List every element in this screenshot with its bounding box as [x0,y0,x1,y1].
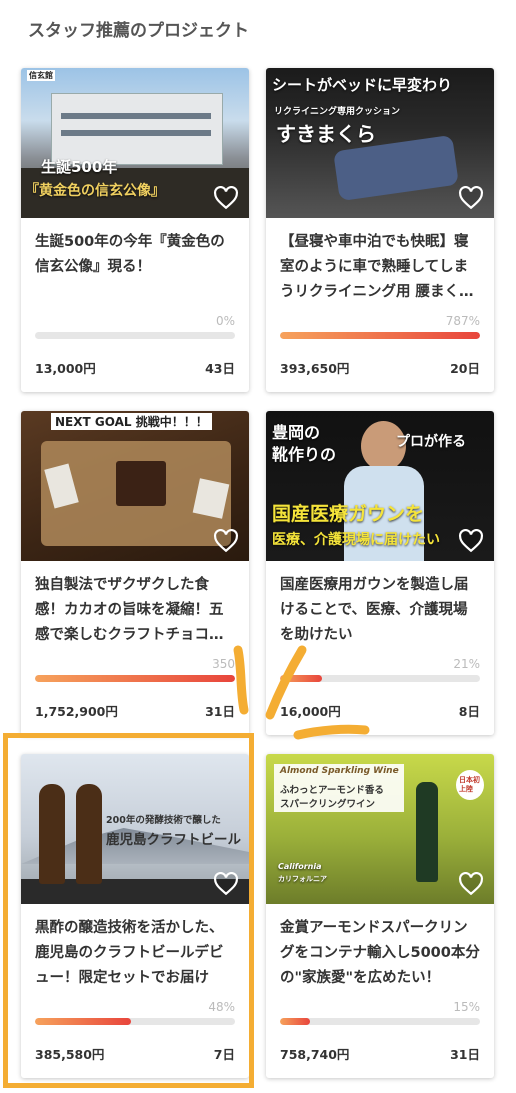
favorite-heart-icon[interactable] [213,529,239,553]
progress-bar-fill [35,675,235,682]
project-image[interactable]: Almond Sparkling Wine ふわっとアーモンド香る スパークリン… [266,754,494,904]
progress-bar-fill [35,1018,131,1025]
funded-amount: 393,650円 [280,361,350,376]
funded-amount: 16,000円 [280,704,341,719]
project-title[interactable]: 【昼寝や車中泊でも快眠】寝室のように車で熟睡してしまうリクライニング用 腰まく… [280,230,480,305]
days-remaining: 31日 [205,704,235,719]
project-image[interactable]: NEXT GOAL 挑戦中！！！ [21,411,249,561]
project-title[interactable]: 国産医療用ガウンを製造し届けることで、医療、介護現場を助けたい [280,573,480,648]
image-caption: California [278,862,322,871]
image-caption: ふわっとアーモンド香る [280,785,384,796]
progress-percent: 787% [445,314,480,328]
funded-amount: 758,740円 [280,1047,350,1062]
progress-bar [280,332,480,339]
days-remaining: 8日 [458,704,480,719]
image-caption: リクライニング専用クッション [274,107,401,117]
progress-bar-fill [280,1018,310,1025]
project-title[interactable]: 黒酢の醸造技術を活かした、鹿児島のクラフトビールデビュー！限定セットでお届け [35,916,235,991]
progress-bar [280,675,480,682]
project-image[interactable]: 豊岡の 靴作りの プロが作る 国産医療ガウンを 医療、介護現場に届けたい [266,411,494,561]
progress-bar [35,1018,235,1025]
image-caption: カリフォルニア [278,875,327,883]
progress-bar [35,675,235,682]
project-title[interactable]: 生誕500年の今年『黄金色の信玄公像』現る！ [35,230,235,305]
days-remaining: 31日 [450,1047,480,1062]
project-image[interactable]: 信玄館 生誕500年 『黄金色の信玄公像』 [21,68,249,218]
image-caption: 日本初上陸 [459,776,480,793]
progress-percent: 15% [453,1000,480,1014]
image-caption: プロが作る [396,434,466,450]
funded-amount: 385,580円 [35,1047,105,1062]
project-grid: 信玄館 生誕500年 『黄金色の信玄公像』 生誕500年の今年『黄金色の信玄公像… [21,68,495,1078]
image-caption: 医療、介護現場に届けたい [272,532,440,548]
progress-percent: 21% [453,657,480,671]
project-card[interactable]: NEXT GOAL 挑戦中！！！ 独自製法でザクザクした食感！カカオの旨味を凝縮… [21,411,249,735]
image-caption: Almond Sparkling Wine [280,766,399,776]
progress-percent: 48% [208,1000,235,1014]
image-caption: スパークリングワイン [280,799,376,810]
funded-amount: 1,752,900円 [35,704,118,719]
image-caption: シートがベッドに早変わり [272,76,453,94]
image-caption: 200年の発酵技術で醸した [106,815,221,826]
image-caption: 鹿児島クラフトビール [106,832,241,848]
project-image[interactable]: シートがベッドに早変わり リクライニング専用クッション すきまくら [266,68,494,218]
project-card[interactable]: 信玄館 生誕500年 『黄金色の信玄公像』 生誕500年の今年『黄金色の信玄公像… [21,68,249,392]
favorite-heart-icon[interactable] [458,529,484,553]
progress-bar [280,1018,480,1025]
days-remaining: 43日 [205,361,235,376]
image-caption: 信玄館 [27,70,55,81]
favorite-heart-icon[interactable] [213,186,239,210]
project-card[interactable]: 200年の発酵技術で醸した 鹿児島クラフトビール 黒酢の醸造技術を活かした、鹿児… [21,754,249,1078]
project-card[interactable]: シートがベッドに早変わり リクライニング専用クッション すきまくら 【昼寝や車中… [266,68,494,392]
progress-percent: 0% [215,314,235,328]
days-remaining: 7日 [213,1047,235,1062]
progress-percent: 350 [212,657,235,671]
image-caption: 靴作りの [272,445,337,464]
progress-bar-fill [280,675,322,682]
image-caption: 生誕500年 [41,158,118,176]
project-title[interactable]: 独自製法でザクザクした食感！カカオの旨味を凝縮！五感で楽しむクラフトチョコ… [35,573,235,648]
image-caption: 豊岡の [272,423,321,442]
progress-bar-fill [280,332,480,339]
image-caption: 国産医療ガウンを [272,503,425,525]
image-caption: すきまくら [276,122,376,146]
progress-bar [35,332,235,339]
favorite-heart-icon[interactable] [458,872,484,896]
project-card[interactable]: 豊岡の 靴作りの プロが作る 国産医療ガウンを 医療、介護現場に届けたい 国産医… [266,411,494,735]
days-remaining: 20日 [450,361,480,376]
image-caption: NEXT GOAL 挑戦中！！！ [51,413,212,430]
favorite-heart-icon[interactable] [458,186,484,210]
project-title[interactable]: 金賞アーモンドスパークリングをコンテナ輸入し5000本分の"家族愛"を広めたい！ [280,916,480,991]
section-title: スタッフ推薦のプロジェクト [28,21,249,41]
project-image[interactable]: 200年の発酵技術で醸した 鹿児島クラフトビール [21,754,249,904]
image-caption: 『黄金色の信玄公像』 [25,183,165,199]
funded-amount: 13,000円 [35,361,96,376]
favorite-heart-icon[interactable] [213,872,239,896]
project-card[interactable]: Almond Sparkling Wine ふわっとアーモンド香る スパークリン… [266,754,494,1078]
